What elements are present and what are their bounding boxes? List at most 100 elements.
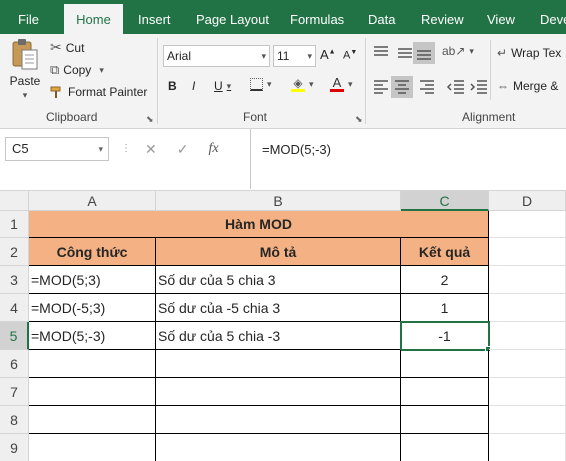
result-cell[interactable]: 1 [401, 294, 489, 322]
italic-button[interactable]: I [192, 79, 195, 93]
increase-font-button[interactable]: A▲ [320, 47, 336, 62]
column-header-a[interactable]: A [29, 191, 156, 211]
column-header-b[interactable]: B [156, 191, 401, 211]
cell[interactable] [156, 350, 401, 378]
cell[interactable] [489, 350, 566, 378]
tab-file[interactable]: File [0, 0, 57, 34]
chevron-down-icon: ▾ [469, 45, 474, 56]
font-color-icon: A [330, 76, 344, 92]
cell[interactable] [489, 294, 566, 322]
column-header-c[interactable]: C [401, 191, 489, 211]
align-left-icon[interactable] [371, 78, 391, 96]
header-cell[interactable]: Kết quả [401, 238, 489, 266]
borders-icon [250, 78, 263, 91]
align-bottom-button[interactable] [413, 42, 435, 64]
title-cell[interactable]: Hàm MOD [29, 211, 489, 238]
enter-check-icon[interactable]: ✓ [177, 141, 189, 158]
row-header[interactable]: 8 [0, 406, 29, 434]
font-color-button[interactable]: A ▾ [330, 76, 353, 92]
chevron-down-icon: ▾ [99, 64, 104, 75]
cell[interactable] [489, 406, 566, 434]
tab-review[interactable]: Review [421, 0, 464, 34]
tab-developer[interactable]: Deve [540, 0, 566, 34]
underline-icon: U [214, 79, 223, 93]
cell[interactable] [401, 350, 489, 378]
result-cell[interactable]: 2 [401, 266, 489, 294]
cancel-icon[interactable]: ✕ [145, 141, 157, 158]
wrap-text-button[interactable]: ↵ Wrap Tex [497, 46, 561, 60]
align-right-icon[interactable] [417, 78, 437, 96]
row-header[interactable]: 2 [0, 238, 29, 266]
formula-input[interactable]: =MOD(5;-3) [250, 129, 566, 189]
copy-button[interactable]: ⧉ Copy ▾ [50, 62, 104, 78]
cell[interactable] [489, 322, 566, 350]
paste-button[interactable]: Paste ▾ [8, 38, 42, 101]
cut-button[interactable]: ✂ Cut [50, 39, 84, 56]
cell[interactable] [401, 406, 489, 434]
cell[interactable] [29, 378, 156, 406]
tab-data[interactable]: Data [368, 0, 395, 34]
tab-formulas[interactable]: Formulas [290, 0, 344, 34]
align-top-icon[interactable] [371, 44, 391, 62]
cell[interactable] [489, 378, 566, 406]
row-header[interactable]: 9 [0, 434, 29, 461]
row-header[interactable]: 5 [0, 322, 29, 350]
increase-indent-icon[interactable] [469, 78, 489, 96]
formula-cell[interactable]: =MOD(-5;3) [29, 294, 156, 322]
cell[interactable] [156, 406, 401, 434]
fill-color-button[interactable]: ◈ ▾ [291, 77, 314, 92]
chevron-down-icon: ▾ [267, 79, 272, 89]
active-cell[interactable]: -1 [400, 321, 490, 351]
description-cell[interactable]: Số dư của 5 chia 3 [156, 266, 401, 294]
align-center-button[interactable] [391, 76, 413, 98]
cell[interactable] [156, 378, 401, 406]
launcher-icon[interactable]: ⬊ [355, 114, 363, 125]
row-header[interactable]: 1 [0, 211, 29, 238]
cell[interactable] [489, 266, 566, 294]
cell[interactable] [489, 434, 566, 461]
bold-button[interactable]: B [168, 79, 177, 93]
select-all-corner[interactable] [0, 191, 29, 211]
row-header[interactable]: 3 [0, 266, 29, 294]
format-painter-button[interactable]: Format Painter [50, 85, 147, 99]
cell[interactable] [489, 238, 566, 266]
row-header[interactable]: 6 [0, 350, 29, 378]
description-cell[interactable]: Số dư của -5 chia 3 [156, 294, 401, 322]
align-middle-icon[interactable] [395, 44, 415, 62]
header-cell[interactable]: Mô tả [156, 238, 401, 266]
scissors-icon: ✂ [50, 39, 62, 55]
underline-button[interactable]: U ▾ [214, 79, 231, 93]
font-size-dropdown[interactable]: 11 ▾ [273, 45, 316, 67]
cell[interactable] [29, 350, 156, 378]
cell[interactable] [156, 434, 401, 461]
alignment-group-label: Alignment [462, 110, 516, 124]
name-box[interactable]: C5 ▾ [5, 137, 109, 161]
font-name-dropdown[interactable]: Arial ▾ [163, 45, 270, 67]
header-cell[interactable]: Công thức [29, 238, 156, 266]
borders-button[interactable]: ▾ [250, 78, 272, 91]
tab-insert[interactable]: Insert [138, 0, 171, 34]
ribbon-tab-bar: File Home Insert Page Layout Formulas Da… [0, 0, 566, 40]
description-cell[interactable]: Số dư của 5 chia -3 [156, 322, 401, 350]
group-divider [490, 40, 491, 100]
column-header-d[interactable]: D [489, 191, 566, 211]
tab-view[interactable]: View [487, 0, 515, 34]
row-header[interactable]: 7 [0, 378, 29, 406]
orientation-button[interactable]: ab↗ ▾ [442, 44, 474, 58]
decrease-indent-icon[interactable] [446, 78, 466, 96]
formula-cell[interactable]: =MOD(5;3) [29, 266, 156, 294]
cell[interactable] [29, 406, 156, 434]
insert-function-button[interactable]: fx [208, 141, 218, 157]
paintbrush-icon [50, 86, 61, 98]
launcher-icon[interactable]: ⬊ [146, 114, 154, 125]
merge-center-button[interactable]: ⇔ Merge & [497, 79, 558, 93]
decrease-font-button[interactable]: A▼ [343, 49, 357, 62]
cell[interactable] [29, 434, 156, 461]
formula-cell[interactable]: =MOD(5;-3) [29, 322, 156, 350]
tab-page-layout[interactable]: Page Layout [196, 0, 269, 34]
paste-icon [12, 39, 38, 70]
cell[interactable] [401, 434, 489, 461]
row-header[interactable]: 4 [0, 294, 29, 322]
cell[interactable] [401, 378, 489, 406]
cell[interactable] [489, 211, 566, 238]
